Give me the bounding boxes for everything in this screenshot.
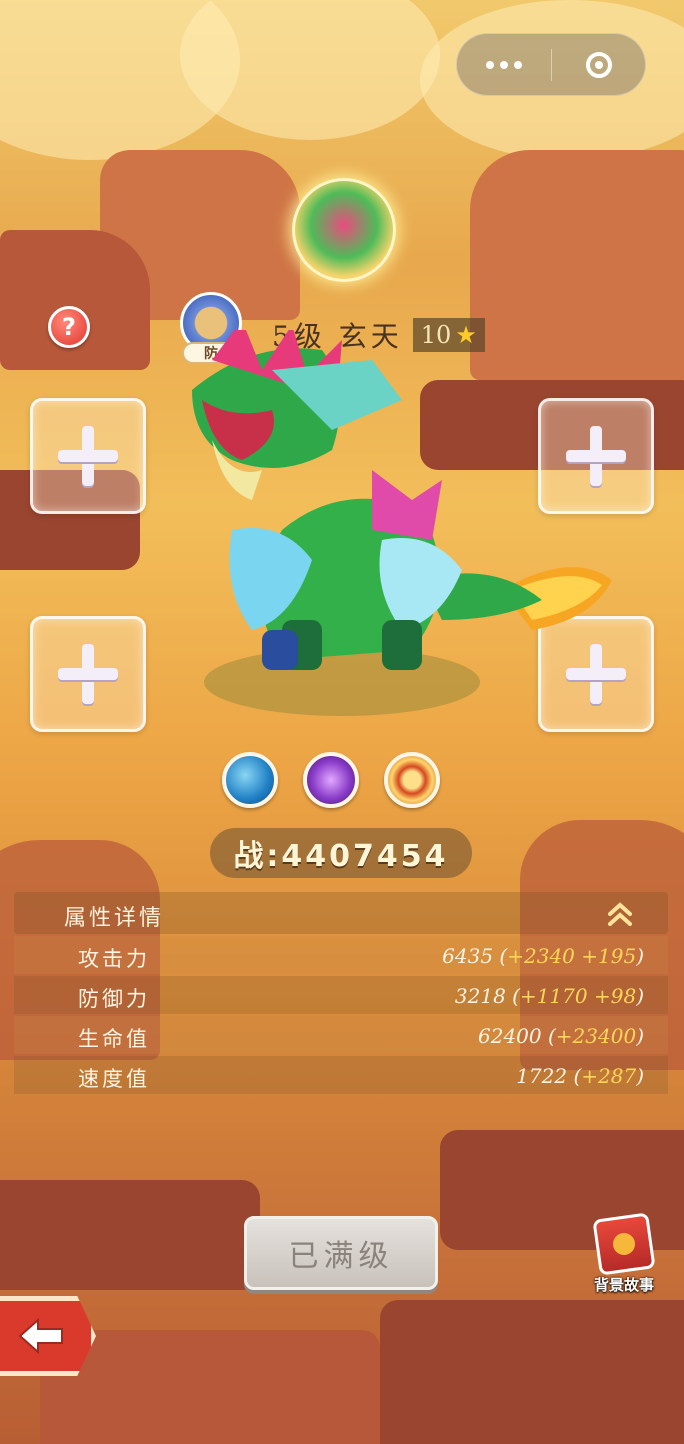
skill-list bbox=[222, 752, 440, 808]
creature-avatar[interactable] bbox=[292, 178, 396, 282]
attribute-label: 生命值 bbox=[78, 1027, 150, 1051]
equip-slot-1[interactable] bbox=[30, 398, 146, 514]
double-chevron-up-icon[interactable] bbox=[606, 900, 634, 928]
story-button[interactable]: 背景故事 bbox=[584, 1212, 664, 1298]
question-mark-icon: ? bbox=[62, 313, 76, 341]
equip-slot-3[interactable] bbox=[30, 616, 146, 732]
max-level-button[interactable]: 已满级 bbox=[244, 1216, 438, 1290]
attribute-row-speed: 速度值 1722 (+287) bbox=[14, 1056, 668, 1094]
shield-crest-icon[interactable] bbox=[384, 752, 440, 808]
attribute-header[interactable]: 属性详情 bbox=[14, 892, 668, 934]
target-circle-icon[interactable] bbox=[552, 34, 645, 95]
attribute-panel: 属性详情 攻击力 6435 (+2340 +195) 防御力 3218 (+11… bbox=[14, 892, 668, 1094]
plus-icon bbox=[58, 426, 118, 486]
water-wave-icon[interactable] bbox=[222, 752, 278, 808]
paw-icon bbox=[611, 1231, 637, 1257]
story-book-icon bbox=[592, 1212, 656, 1276]
attribute-value: 3218 (+1170 +98) bbox=[454, 984, 644, 1008]
attribute-label: 速度值 bbox=[78, 1067, 150, 1091]
plus-icon bbox=[58, 644, 118, 704]
attribute-value: 6435 (+2340 +195) bbox=[442, 944, 644, 968]
back-button[interactable] bbox=[0, 1296, 96, 1376]
attribute-label: 攻击力 bbox=[78, 947, 150, 971]
help-button[interactable]: ? bbox=[48, 306, 90, 348]
attribute-row-hp: 生命值 62400 (+23400) bbox=[14, 1016, 668, 1054]
attribute-label: 防御力 bbox=[78, 987, 150, 1011]
back-arrow-icon bbox=[18, 1317, 63, 1355]
attribute-row-defense: 防御力 3218 (+1170 +98) bbox=[14, 976, 668, 1014]
attribute-value: 62400 (+23400) bbox=[478, 1024, 644, 1048]
combat-power: 战:4407454 bbox=[210, 828, 472, 878]
attribute-value: 1722 (+287) bbox=[516, 1064, 644, 1088]
attribute-row-attack: 攻击力 6435 (+2340 +195) bbox=[14, 936, 668, 974]
miniprogram-capsule bbox=[456, 33, 646, 96]
story-label: 背景故事 bbox=[593, 1276, 654, 1294]
more-dots-icon[interactable] bbox=[457, 34, 551, 95]
dragon-creature-image bbox=[192, 330, 612, 716]
purple-claw-icon[interactable] bbox=[303, 752, 359, 808]
attribute-title: 属性详情 bbox=[64, 906, 165, 931]
